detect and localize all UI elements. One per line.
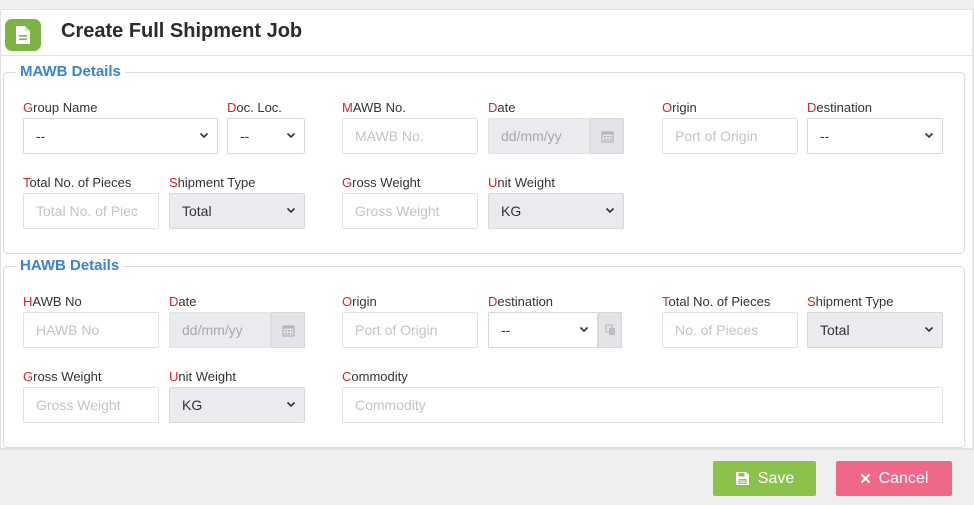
hawb-shipment-type-label: Shipment Type (807, 294, 894, 309)
hawb-date-label: Date (169, 294, 197, 309)
hawb-date-input[interactable]: dd/mm/yy (169, 312, 271, 348)
mawb-no-input[interactable]: MAWB No. (342, 118, 478, 154)
form-header: Create Full Shipment Job (1, 10, 972, 56)
top-strip (0, 0, 974, 9)
hawb-origin-label: Origin (342, 294, 377, 309)
doc-loc-label: Doc. Loc. (227, 100, 282, 115)
chevron-down-icon (286, 132, 296, 139)
chevron-down-icon (579, 326, 589, 333)
chevron-down-icon (286, 207, 296, 214)
hawb-unit-weight-select[interactable]: KG (169, 387, 305, 423)
hawb-gross-weight-label: Gross Weight (23, 369, 102, 384)
hawb-unit-weight-label: Unit Weight (169, 369, 236, 384)
mawb-total-pieces-label: Total No. of Pieces (23, 175, 132, 190)
cancel-button[interactable]: Cancel (836, 461, 952, 496)
doc-loc-select[interactable]: -- (227, 118, 305, 154)
save-icon (735, 472, 749, 485)
mawb-total-pieces-input[interactable]: Total No. of Piec (23, 193, 159, 229)
hawb-total-pieces-input[interactable]: No. of Pieces (662, 312, 798, 348)
mawb-legend: MAWB Details (16, 63, 125, 81)
mawb-shipment-type-select[interactable]: Total (169, 193, 305, 229)
hawb-destination-label: Destination (488, 294, 554, 309)
hawb-origin-input[interactable]: Port of Origin (342, 312, 478, 348)
hawb-shipment-type-select[interactable]: Total (807, 312, 943, 348)
shipment-form-panel: Create Full Shipment Job MAWB Details Gr… (0, 9, 973, 449)
group-name-select[interactable]: -- (23, 118, 218, 154)
mawb-date-label: Date (488, 100, 516, 115)
mawb-shipment-type-label: Shipment Type (169, 175, 256, 190)
hawb-no-input[interactable]: HAWB No (23, 312, 159, 348)
copy-icon[interactable] (598, 312, 622, 348)
save-button[interactable]: Save (713, 461, 816, 496)
save-label: Save (757, 469, 795, 487)
hawb-gross-weight-input[interactable]: Gross Weight (23, 387, 159, 423)
hawb-legend: HAWB Details (16, 257, 124, 275)
mawb-destination-label: Destination (807, 100, 873, 115)
chevron-down-icon (286, 401, 296, 408)
group-name-label: Group Name (23, 100, 98, 115)
hawb-no-label: HAWB No (23, 294, 82, 309)
mawb-unit-weight-select[interactable]: KG (488, 193, 624, 229)
hawb-details-section: HAWB Details HAWB No HAWB No Date dd/mm/… (3, 257, 965, 448)
chevron-down-icon (924, 326, 934, 333)
mawb-gross-weight-input[interactable]: Gross Weight (342, 193, 478, 229)
mawb-date-input[interactable]: dd/mm/yy (488, 118, 590, 154)
hawb-destination-select[interactable]: -- (488, 312, 598, 348)
mawb-origin-label: Origin (662, 100, 697, 115)
cancel-label: Cancel (878, 469, 929, 487)
mawb-origin-input[interactable]: Port of Origin (662, 118, 798, 154)
form-footer: Save Cancel (0, 449, 974, 505)
mawb-gross-weight-label: Gross Weight (342, 175, 421, 190)
close-icon (860, 473, 870, 484)
mawb-unit-weight-label: Unit Weight (488, 175, 555, 190)
hawb-total-pieces-label: Total No. of Pieces (662, 294, 771, 309)
mawb-destination-select[interactable]: -- (807, 118, 943, 154)
chevron-down-icon (924, 132, 934, 139)
document-icon (5, 19, 41, 51)
mawb-no-label: MAWB No. (342, 100, 406, 115)
commodity-input[interactable]: Commodity (342, 387, 943, 423)
page-title: Create Full Shipment Job (61, 20, 303, 42)
calendar-icon[interactable] (271, 312, 305, 348)
calendar-icon[interactable] (590, 118, 624, 154)
chevron-down-icon (199, 132, 209, 139)
mawb-details-section: MAWB Details Group Name -- Doc. Loc. -- … (3, 63, 965, 254)
commodity-label: Commodity (342, 369, 408, 384)
chevron-down-icon (605, 207, 615, 214)
